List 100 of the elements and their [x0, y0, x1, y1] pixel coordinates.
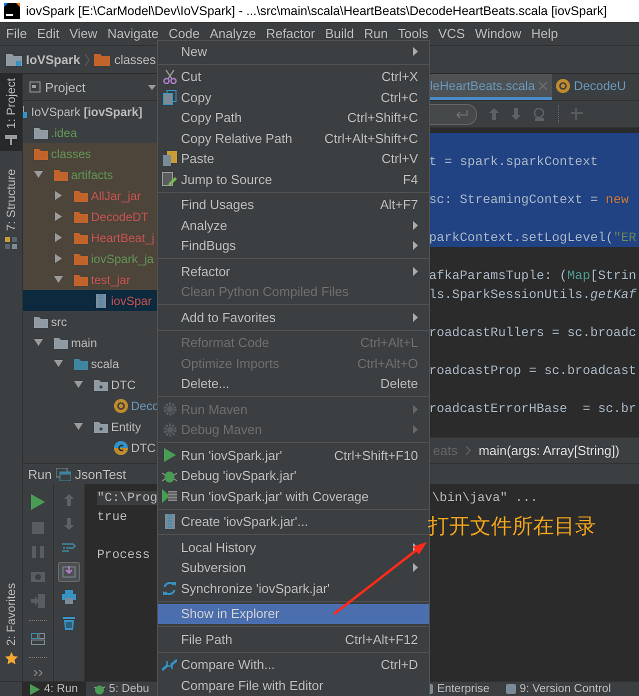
- print-icon[interactable]: [62, 590, 76, 604]
- menu-item[interactable]: Delete... Delete: [158, 374, 429, 394]
- expand-arrow-icon[interactable]: [34, 170, 43, 179]
- menu-item[interactable]: Add to Favorites: [158, 307, 429, 328]
- folder-icon: [34, 148, 48, 160]
- run-icon: [30, 684, 40, 694]
- menu-item[interactable]: Run 'iovSpark.jar' with Coverage: [158, 486, 429, 506]
- menu-bar-item[interactable]: File: [1, 26, 32, 41]
- code-line: roadcastErrorHBase = sc.br: [429, 400, 638, 418]
- expand-arrow-icon[interactable]: [54, 275, 63, 284]
- breadcrumb-item[interactable]: classes: [94, 52, 156, 66]
- expand-arrow-icon[interactable]: [54, 212, 63, 221]
- down-arrow-icon[interactable]: [64, 518, 74, 530]
- expand-arrow-icon[interactable]: [54, 359, 63, 368]
- menu-item[interactable]: Create 'iovSpark.jar'...: [158, 512, 429, 532]
- expand-arrow-icon[interactable]: [74, 422, 83, 431]
- menu-item[interactable]: Find Usages Alt+F7: [158, 194, 429, 215]
- menu-bar-item[interactable]: VCS: [433, 26, 470, 41]
- tool-window-button[interactable]: 5: Debu: [86, 682, 158, 696]
- tree-row[interactable]: DTC: [23, 374, 158, 395]
- menu-item[interactable]: Jump to Source F4: [158, 169, 429, 190]
- more-icon[interactable]: [34, 670, 42, 676]
- bug-icon: [94, 684, 105, 694]
- project-icon: [5, 134, 17, 145]
- shortcut-label: Ctrl+V: [382, 151, 418, 166]
- expand-arrow-icon[interactable]: [54, 191, 63, 200]
- menu-bar-item[interactable]: Tools: [392, 26, 434, 41]
- breadcrumb-item[interactable]: IoVSpark: [6, 52, 80, 66]
- menu-item[interactable]: Refactor: [158, 261, 429, 282]
- tree-row[interactable]: scala: [23, 353, 158, 374]
- code-line: roadcastProp = sc.broadcast: [429, 362, 638, 380]
- find-icon[interactable]: [533, 108, 546, 120]
- tool-window-tab[interactable]: 7: Structure: [0, 164, 22, 255]
- soft-wrap-icon[interactable]: [62, 542, 76, 554]
- tree-row[interactable]: .idea: [23, 122, 158, 143]
- up-arrow-icon[interactable]: [64, 494, 74, 506]
- shortcut-label: Ctrl+Alt+F12: [345, 632, 418, 647]
- up-arrow-icon[interactable]: [489, 108, 499, 120]
- tool-window-tab[interactable]: 2: Favorites: [0, 579, 22, 671]
- tree-row[interactable]: DTC: [23, 437, 158, 458]
- menu-item[interactable]: Show in Explorer: [158, 604, 429, 624]
- menu-bar-item[interactable]: Refactor: [260, 26, 320, 41]
- expand-arrow-icon[interactable]: [34, 338, 43, 347]
- tree-row[interactable]: Entity: [23, 416, 158, 437]
- run-configuration-tab[interactable]: JsonTest: [74, 466, 126, 482]
- panel-title: Project: [45, 80, 86, 94]
- breadcrumb-item[interactable]: main(args: Array[String]): [478, 443, 620, 458]
- layout-icon[interactable]: [31, 633, 45, 645]
- menu-item[interactable]: Compare With... Ctrl+D: [158, 654, 429, 675]
- menu-bar-item[interactable]: Run: [359, 26, 393, 41]
- shortcut-label: F4: [402, 172, 418, 187]
- menu-bar-item[interactable]: Edit: [32, 26, 64, 41]
- tool-window-button[interactable]: 9: Version Control: [498, 682, 619, 696]
- folder-icon: [54, 168, 68, 180]
- menu-item[interactable]: Copy Relative Path Ctrl+Alt+Shift+C: [158, 128, 429, 148]
- menu-bar-item[interactable]: View: [64, 26, 102, 41]
- expand-arrow-icon[interactable]: [74, 380, 83, 389]
- menu-item[interactable]: Analyze: [158, 215, 429, 236]
- menu-item[interactable]: Subversion: [158, 558, 429, 578]
- menu-bar-item[interactable]: Help: [526, 26, 563, 41]
- run-icon[interactable]: [31, 494, 45, 510]
- dropdown-icon[interactable]: [148, 84, 156, 90]
- down-arrow-icon[interactable]: [511, 108, 521, 120]
- tool-window-button[interactable]: 4: Run: [22, 682, 86, 696]
- compare-icon: [162, 658, 177, 672]
- menu-item[interactable]: New: [158, 41, 429, 62]
- shortcut-label: Alt+F7: [380, 197, 418, 212]
- plus-icon[interactable]: [571, 108, 583, 120]
- scissors-icon: [162, 70, 176, 84]
- tree-row[interactable]: main: [23, 332, 158, 353]
- menu-item[interactable]: FindBugs: [158, 236, 429, 256]
- tree-row[interactable]: iovSpar: [23, 290, 158, 311]
- editor-tab[interactable]: DecodeU: [552, 74, 626, 100]
- menu-item[interactable]: File Path Ctrl+Alt+F12: [158, 629, 429, 650]
- menu-item[interactable]: Cut Ctrl+X: [158, 66, 429, 87]
- menu-bar-item[interactable]: Navigate: [102, 26, 164, 41]
- menu-item[interactable]: Copy Ctrl+C: [158, 87, 429, 108]
- menu-bar-item[interactable]: Analyze: [204, 26, 261, 41]
- menu-item[interactable]: Run 'iovSpark.jar' Ctrl+Shift+F10: [158, 445, 429, 466]
- camera-icon[interactable]: [31, 570, 45, 582]
- menu-item[interactable]: Debug 'iovSpark.jar': [158, 466, 429, 486]
- tree-row[interactable]: src: [23, 311, 158, 332]
- expand-arrow-icon[interactable]: [54, 233, 63, 242]
- trash-icon[interactable]: [63, 616, 75, 630]
- tree-row[interactable]: IoVSpark [iovSpark]: [23, 101, 158, 122]
- menu-bar-item[interactable]: Code: [164, 26, 205, 41]
- menu-bar-item[interactable]: Window: [470, 26, 526, 41]
- tree-item-label: .idea: [51, 126, 78, 140]
- menu-item[interactable]: Synchronize 'iovSpark.jar': [158, 578, 429, 598]
- folder-icon: [54, 336, 68, 348]
- menu-item[interactable]: Compare File with Editor: [158, 675, 429, 696]
- zip-file-icon: [164, 514, 174, 530]
- menu-bar-item[interactable]: Build: [320, 26, 360, 41]
- menu-item[interactable]: Paste Ctrl+V: [158, 148, 429, 169]
- exit-icon[interactable]: [31, 594, 45, 608]
- coverage-icon: [162, 489, 177, 504]
- expand-arrow-icon[interactable]: [54, 254, 63, 263]
- pause-icon[interactable]: [32, 546, 44, 558]
- tool-window-tab[interactable]: 1: Project: [0, 74, 22, 151]
- scroll-to-end-icon[interactable]: [58, 562, 80, 582]
